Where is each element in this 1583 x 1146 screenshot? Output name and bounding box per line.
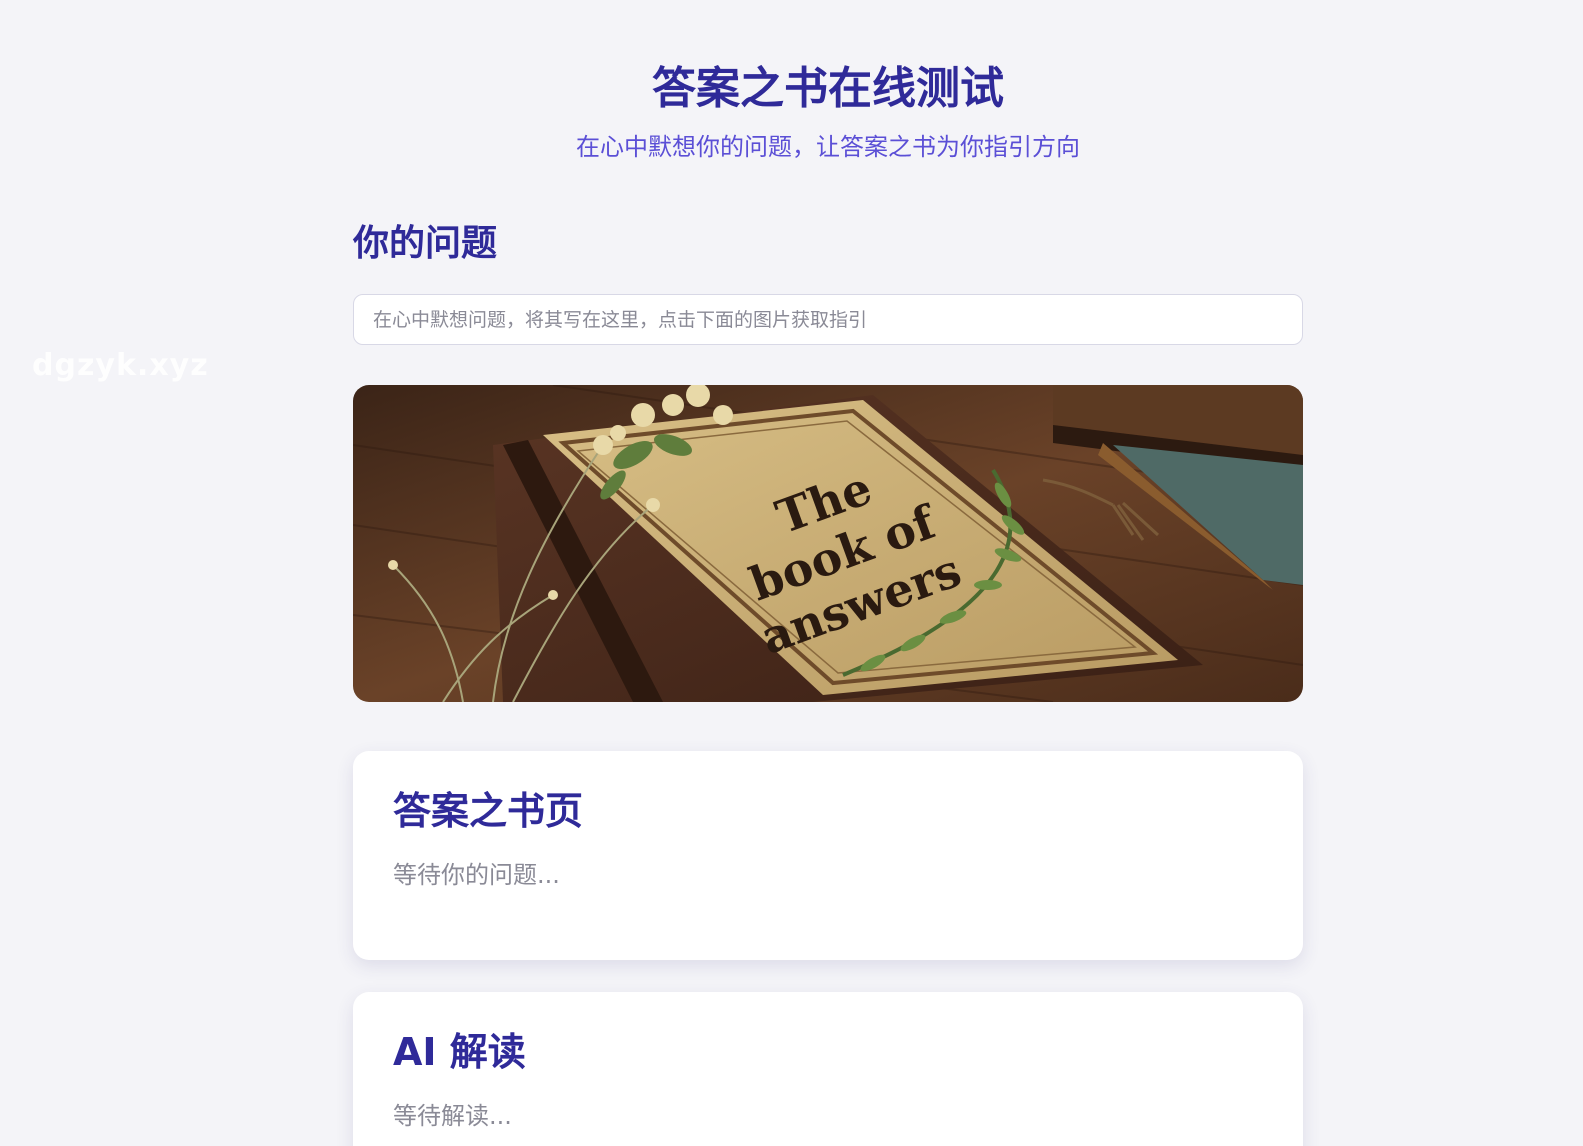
ai-card-text: 等待解读... [393,1102,512,1130]
ai-card-title: AI 解读 [393,1030,526,1074]
main-container: 答案之书在线测试 在心中默想你的问题，让答案之书为你指引方向 你的问题 在心中默… [353,0,1303,1146]
book-of-answers-image[interactable]: The book of answers [353,385,1303,702]
question-input[interactable] [353,294,1303,345]
question-section-title: 你的问题 [353,223,498,264]
watermark: dgzyk.xyz [32,348,209,383]
answer-card-title: 答案之书页 [393,789,584,833]
answer-card: 答案之书页 等待你的问题... [353,751,1303,960]
ai-card: AI 解读 等待解读... [353,992,1303,1146]
answer-card-text: 等待你的问题... [393,861,560,889]
page-subtitle: 在心中默想你的问题，让答案之书为你指引方向 [576,133,1080,161]
page-title: 答案之书在线测试 [652,63,1004,114]
